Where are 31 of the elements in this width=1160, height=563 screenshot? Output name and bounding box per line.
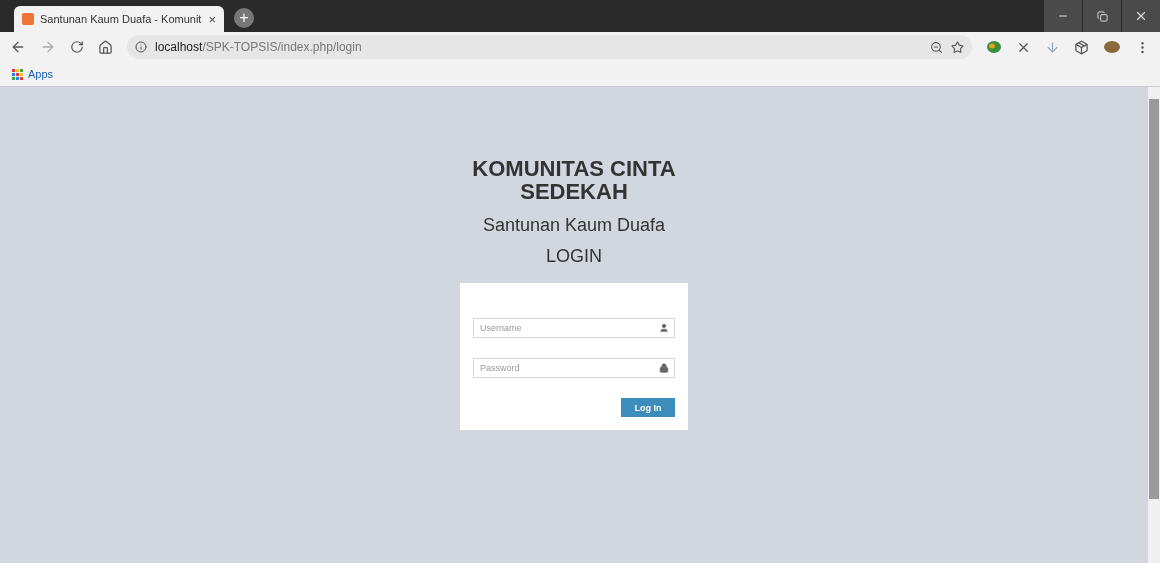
download-icon[interactable] [1045, 39, 1060, 55]
favicon-icon [22, 13, 34, 25]
tab-title: Santunan Kaum Duafa - Komunit [40, 13, 203, 25]
bookmark-link[interactable]: Apps [28, 68, 54, 80]
new-tab-button[interactable]: + [234, 8, 254, 28]
scrollbar-thumb[interactable] [1149, 99, 1159, 499]
address-bar[interactable]: localhost/SPK-TOPSIS/index.php/login [127, 35, 972, 59]
lock-icon [659, 363, 669, 373]
url-text: localhost/SPK-TOPSIS/index.php/login [155, 40, 362, 54]
close-tab-button[interactable]: × [208, 11, 216, 27]
username-field[interactable]: Username [473, 318, 675, 338]
close-window-button[interactable] [1122, 0, 1160, 32]
close-icon [1134, 9, 1148, 23]
star-icon[interactable] [951, 40, 964, 54]
login-heading: LOGIN [546, 246, 602, 267]
login-button[interactable]: Log In [621, 398, 675, 417]
user-icon [659, 323, 669, 333]
password-field[interactable]: Password [473, 358, 675, 378]
home-icon[interactable] [98, 39, 113, 55]
info-icon[interactable] [135, 41, 147, 53]
restore-icon [1096, 10, 1108, 22]
apps-icon [12, 68, 23, 80]
package-icon[interactable] [1074, 39, 1089, 55]
forward-icon[interactable] [40, 39, 56, 55]
browser-tab[interactable]: Santunan Kaum Duafa - Komunit × [14, 6, 224, 32]
restore-button[interactable] [1083, 0, 1121, 32]
zoom-icon[interactable] [930, 40, 943, 54]
site-title: KOMUNITAS CINTA SEDEKAH [471, 157, 677, 203]
back-icon[interactable] [10, 39, 26, 55]
reload-icon[interactable] [70, 40, 84, 54]
site-subtitle: Santunan Kaum Duafa [482, 215, 666, 236]
